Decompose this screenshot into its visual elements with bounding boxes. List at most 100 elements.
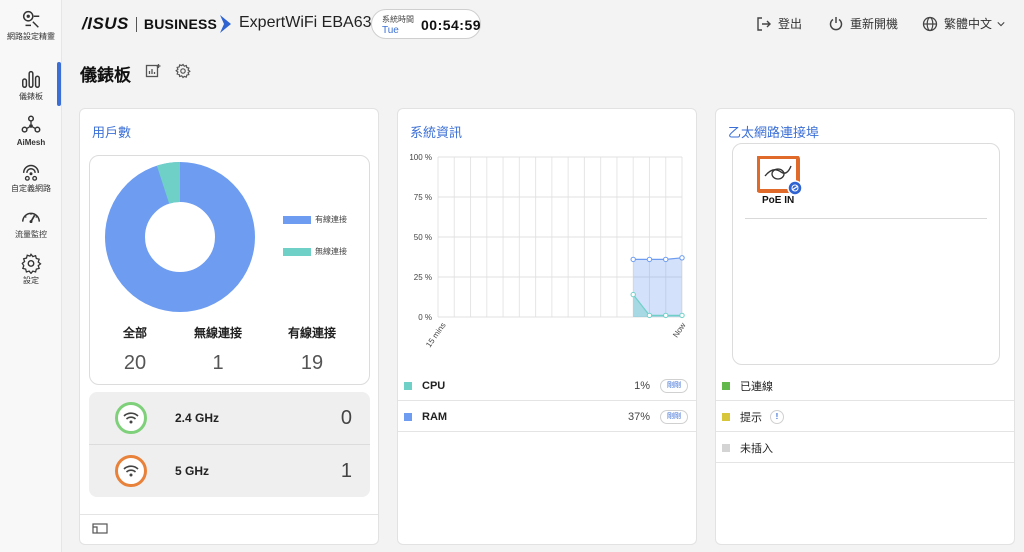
ram-label: RAM <box>422 410 448 423</box>
ram-value: 37% <box>627 410 650 423</box>
cpu-updated-pill[interactable]: 剛剛 <box>660 378 688 393</box>
clients-card: 用戶數 有線連接 無線連接 全部 無線連接 有線連接 20 1 19 2.4 G… <box>79 108 379 545</box>
total-label: 全部 <box>122 326 147 340</box>
sidebar-item-label: AiMesh <box>16 138 46 147</box>
model-name: ExpertWiFi EBA63 <box>239 14 372 31</box>
y-tick-label: 0 % <box>418 313 432 322</box>
y-tick-label: 75 % <box>414 193 432 202</box>
status-warning: 提示 ! <box>716 402 1014 432</box>
sidebar-item-label: 網路設定精靈 <box>7 32 55 41</box>
status-swatch-connected <box>722 381 730 390</box>
ethernet-port-icon[interactable] <box>757 156 803 196</box>
reboot-label: 重新開機 <box>850 17 899 31</box>
wifi-icon <box>123 412 139 424</box>
logout-icon <box>757 16 771 31</box>
port-divider <box>745 218 987 219</box>
port-label: PoE IN <box>762 195 795 206</box>
sidebar-item-traffic-monitor[interactable]: 流量監控 <box>0 206 62 240</box>
legend-label-wireless: 無線連接 <box>315 247 347 256</box>
reboot-icon <box>829 16 843 30</box>
point-ram <box>646 256 653 263</box>
logout-button[interactable]: 登出 <box>756 15 802 32</box>
point-cpu <box>630 291 636 298</box>
cpu-label: CPU <box>422 379 446 392</box>
dashboard-icon <box>22 70 40 88</box>
sidebar: 網路設定精靈 儀錶板 AiMesh 自定義網路 流量監控 設定 <box>0 0 62 552</box>
wired-count: 19 <box>300 352 324 374</box>
sidebar-item-label: 設定 <box>23 276 39 285</box>
legend-swatch-wireless <box>283 247 311 256</box>
cpu-value: 1% <box>634 379 650 392</box>
ram-row: RAM 37% 剛剛 <box>398 402 696 432</box>
status-label: 已連線 <box>740 380 773 393</box>
x-tick-label: Now <box>671 321 688 339</box>
legend-label-wired: 有線連接 <box>315 215 347 224</box>
sidebar-item-label: 儀錶板 <box>19 92 43 101</box>
wired-label: 有線連接 <box>287 326 336 340</box>
add-widget-icon[interactable] <box>145 63 161 79</box>
sidebar-item-setup-wizard[interactable]: 網路設定精靈 <box>0 8 62 42</box>
setup-wizard-icon <box>22 10 40 28</box>
ethernet-card-title: 乙太網路連接埠 <box>728 125 820 140</box>
point-cpu <box>646 312 653 319</box>
ram-swatch <box>404 412 412 421</box>
legend-wireless: 無線連接 <box>283 246 347 257</box>
custom-network-icon <box>22 164 40 181</box>
globe-icon <box>922 16 938 31</box>
clock-label: 系統時間 <box>382 15 414 24</box>
chevron-down-icon <box>997 21 1005 26</box>
band-name: 2.4 GHz <box>175 411 220 425</box>
y-tick-label: 50 % <box>414 233 432 242</box>
aimesh-icon <box>21 115 41 133</box>
brand-chevron-icon <box>220 15 232 33</box>
traffic-monitor-icon <box>22 212 40 224</box>
status-connected: 已連線 <box>716 371 1014 401</box>
sidebar-item-custom-network[interactable]: 自定義網路 <box>0 160 62 194</box>
brand-logo: /ISUS BUSINESS <box>82 13 232 35</box>
point-ram <box>679 255 685 261</box>
warning-info-badge[interactable]: ! <box>770 409 784 424</box>
band-row-24ghz[interactable]: 2.4 GHz 0 <box>89 392 370 444</box>
band-5-badge <box>115 455 147 487</box>
status-swatch-warning <box>722 412 730 421</box>
clock-day: Tue <box>382 25 399 36</box>
band-name: 5 GHz <box>175 464 210 478</box>
sidebar-item-label: 自定義網路 <box>11 184 51 193</box>
gear-icon[interactable] <box>175 63 191 79</box>
language-select[interactable]: 繁體中文 <box>922 15 1005 32</box>
sidebar-item-dashboard[interactable]: 儀錶板 <box>0 68 62 102</box>
band-panel: 2.4 GHz 0 5 GHz 1 <box>89 392 370 497</box>
band-row-5ghz[interactable]: 5 GHz 1 <box>89 445 370 497</box>
system-info-card: 系統資訊 100 % 75 % 50 % 25 % 0 % 15 mins Now CPU … <box>397 108 697 545</box>
total-count: 20 <box>123 352 147 374</box>
clock-time: 00:54:59 <box>421 17 482 33</box>
wireless-count: 1 <box>212 352 224 374</box>
band-24-badge <box>115 402 147 434</box>
sidebar-item-label: 流量監控 <box>15 230 47 239</box>
sidebar-item-aimesh[interactable]: AiMesh <box>0 114 62 148</box>
sidebar-item-settings[interactable]: 設定 <box>0 252 62 286</box>
band-count: 1 <box>340 459 352 482</box>
point-cpu <box>679 312 685 319</box>
device-list-icon[interactable] <box>92 522 108 534</box>
system-card-title: 系統資訊 <box>410 125 463 140</box>
cpu-swatch <box>404 381 412 390</box>
language-label: 繁體中文 <box>944 17 993 31</box>
cpu-row: CPU 1% 剛剛 <box>398 371 696 401</box>
band-count: 0 <box>340 406 352 429</box>
ethernet-card: 乙太網路連接埠 PoE IN 已連線 提示 ! 未插入 <box>715 108 1015 545</box>
business-logo-text: BUSINESS <box>143 16 218 32</box>
x-tick-label: 15 mins <box>424 321 447 349</box>
clients-donut-panel: 有線連接 無線連接 全部 無線連接 有線連接 20 1 19 <box>89 155 370 385</box>
system-usage-chart: 100 % 75 % 50 % 25 % 0 %15 mins Now <box>409 153 688 349</box>
donut-segment-wired <box>105 162 255 312</box>
status-swatch-unplugged <box>722 443 730 452</box>
card-footer-divider <box>80 514 378 515</box>
status-label: 未插入 <box>740 442 773 455</box>
reboot-button[interactable]: 重新開機 <box>828 15 898 32</box>
ram-updated-pill[interactable]: 剛剛 <box>660 409 688 424</box>
page-title: 儀錶板 <box>80 66 131 85</box>
status-unplugged: 未插入 <box>716 433 1014 463</box>
y-tick-label: 100 % <box>409 153 432 162</box>
port-panel: PoE IN <box>732 143 1000 365</box>
